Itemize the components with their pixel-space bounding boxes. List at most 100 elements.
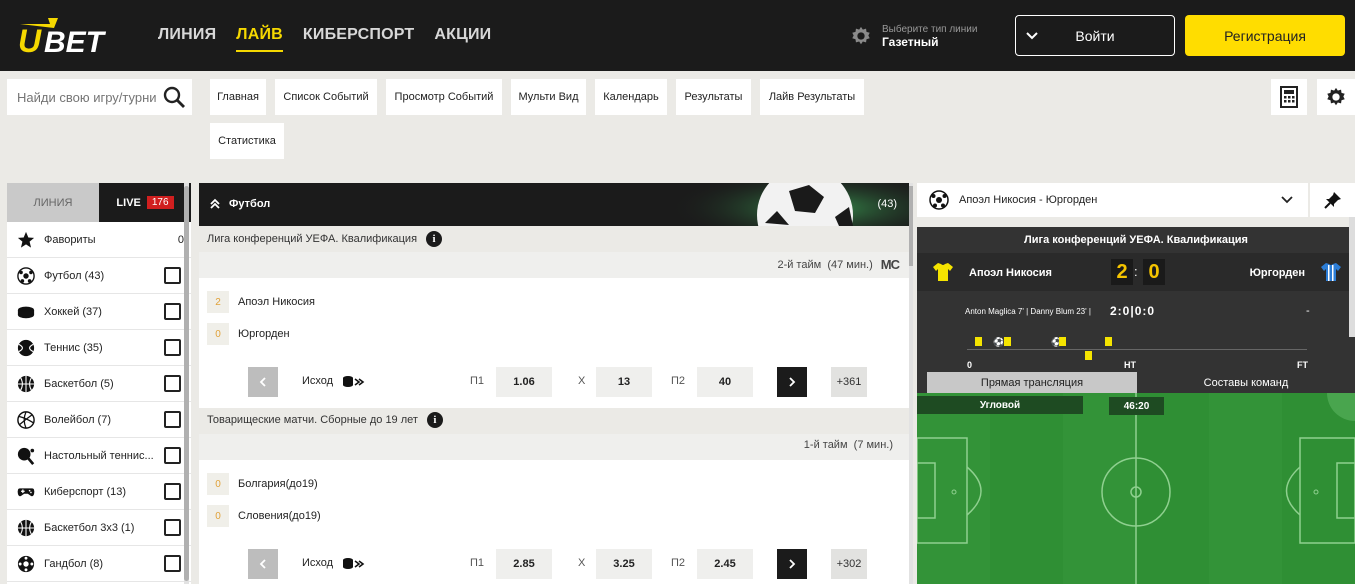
line-type-selector[interactable]: Выберите тип линии Газетный (850, 20, 1039, 52)
team-name: Апоэл Никосия (238, 296, 315, 308)
odd-p1-button[interactable]: 1.06 (496, 367, 552, 397)
sidebar-item-tennis[interactable]: Теннис (35) (7, 330, 191, 366)
logo-bet: BET (44, 26, 107, 58)
odd-label-p2: П2 (671, 557, 686, 569)
prev-market-button[interactable] (248, 549, 278, 579)
yellow-card-marker (1105, 337, 1112, 346)
team-home[interactable]: 2 Апоэл Никосия (207, 291, 315, 313)
tab-results[interactable]: Результаты (676, 79, 751, 115)
home-shirt-icon (933, 263, 953, 281)
sport-checkbox[interactable] (164, 555, 181, 572)
more-markets-button[interactable]: +302 (831, 549, 867, 579)
sidebar-item-basketball-3x3[interactable]: Баскетбол 3x3 (1) (7, 510, 191, 546)
logo-u: U (18, 23, 42, 58)
search-icon[interactable] (162, 85, 186, 109)
sidebar-item-football[interactable]: Футбол (43) (7, 258, 191, 294)
register-button[interactable]: Регистрация (1185, 15, 1345, 56)
odd-x-button[interactable]: 3.25 (596, 549, 652, 579)
tab-main[interactable]: Главная (210, 79, 266, 115)
team-home[interactable]: 0 Болгария(до19) (207, 473, 318, 495)
nav-liniya[interactable]: ЛИНИЯ (158, 26, 216, 52)
odd-p2-button[interactable]: 2.45 (697, 549, 753, 579)
event-card[interactable]: 2-й тайм (47 мин.) MC 2 Апоэл Никосия 0 … (199, 252, 909, 408)
sidebar-tab-live[interactable]: LIVE 176 (99, 183, 191, 222)
chevron-up-double-icon (210, 198, 220, 209)
chevron-left-icon (259, 377, 266, 387)
team-away[interactable]: 0 Словения(до19) (207, 505, 321, 527)
tab-calendar[interactable]: Календарь (595, 79, 667, 115)
sidebar-tab-line[interactable]: ЛИНИЯ (7, 183, 99, 222)
coins-icon (343, 376, 365, 387)
ubet-logo[interactable]: U BET (18, 14, 136, 58)
tab-event-list[interactable]: Список Событий (275, 79, 377, 115)
sport-checkbox[interactable] (164, 411, 181, 428)
odd-label-p1: П1 (470, 375, 485, 387)
basketball-icon (17, 519, 35, 536)
settings-button[interactable] (1317, 79, 1355, 115)
info-icon[interactable]: i (426, 231, 443, 247)
pitch-lines (917, 393, 1355, 584)
event-period: 1-й тайм (803, 439, 848, 451)
calculator-button[interactable] (1271, 79, 1307, 115)
event-minute: (47 мин.) (827, 258, 873, 271)
sport-checkbox[interactable] (164, 303, 181, 320)
yellow-card-marker (1004, 337, 1011, 346)
sidebar-item-favorites[interactable]: Фавориты 0 (7, 222, 191, 258)
odd-p2-button[interactable]: 40 (697, 367, 753, 397)
sport-checkbox[interactable] (164, 267, 181, 284)
odd-x-button[interactable]: 13 (596, 367, 652, 397)
nav-live[interactable]: ЛАЙВ (236, 26, 283, 52)
tab-event-view[interactable]: Просмотр Событий (386, 79, 502, 115)
sidebar-item-basketball[interactable]: Баскетбол (5) (7, 366, 191, 402)
team-score: 0 (207, 505, 229, 527)
sidebar-item-label: Настольный теннис... (44, 449, 154, 462)
match-selector[interactable]: Апоэл Никосия - Юргорден (917, 183, 1308, 217)
odd-p1-button[interactable]: 2.85 (496, 549, 552, 579)
search-input[interactable] (17, 89, 157, 105)
team-name: Юргорден (238, 328, 290, 340)
tab-lineups[interactable]: Составы команд (1137, 372, 1355, 393)
sidebar-item-esports[interactable]: Киберспорт (13) (7, 474, 191, 510)
star-icon (17, 231, 35, 248)
scoreboard-home-score: 2 (1111, 259, 1133, 285)
more-markets-button[interactable]: +361 (831, 367, 867, 397)
event-card[interactable]: 1-й тайм (7 мин.) 0 Болгария(до19) 0 Сло… (199, 434, 909, 584)
pin-button[interactable] (1310, 183, 1355, 217)
next-market-button[interactable] (777, 549, 807, 579)
sport-checkbox[interactable] (164, 375, 181, 392)
sport-checkbox[interactable] (164, 519, 181, 536)
tab-live-stream[interactable]: Прямая трансляция (927, 372, 1137, 393)
info-icon[interactable]: i (426, 412, 443, 428)
next-market-button[interactable] (777, 367, 807, 397)
scoreboard-league: Лига конференций УЕФА. Квалификация (1024, 234, 1248, 246)
sidebar-item-handball[interactable]: Гандбол (8) (7, 546, 191, 582)
login-button[interactable]: Войти (1015, 15, 1175, 56)
tab-multi-view[interactable]: Мульти Вид (511, 79, 586, 115)
nav-esports[interactable]: КИБЕРСПОРТ (303, 26, 414, 52)
scoreboard-scrollbar[interactable] (1349, 217, 1355, 337)
sidebar-item-table-tennis[interactable]: Настольный теннис... (7, 438, 191, 474)
live-count-badge: 176 (146, 196, 174, 209)
yellow-card-marker (975, 337, 982, 346)
chevron-right-icon (789, 377, 796, 387)
sport-checkbox[interactable] (164, 483, 181, 500)
sidebar-item-hockey[interactable]: Хоккей (37) (7, 294, 191, 330)
tab-live-results[interactable]: Лайв Результаты (760, 79, 864, 115)
sidebar-item-label: Гандбол (8) (44, 557, 104, 570)
league-title: Товарищеские матчи. Сборные до 19 лет (207, 414, 418, 426)
sidebar-item-label: Хоккей (37) (44, 305, 102, 318)
match-center-icon[interactable]: MC (881, 257, 900, 272)
sidebar-tab-live-label: LIVE (116, 196, 141, 209)
sport-banner[interactable]: Футбол (43) (199, 183, 909, 226)
events-scrollbar[interactable] (909, 183, 913, 584)
team-away[interactable]: 0 Юргорден (207, 323, 290, 345)
tab-statistics[interactable]: Статистика (210, 123, 284, 159)
nav-promotions[interactable]: АКЦИИ (434, 26, 491, 52)
sport-checkbox[interactable] (164, 447, 181, 464)
pitch-event-label: Угловой (917, 396, 1083, 414)
sidebar-item-volleyball[interactable]: Волейбол (7) (7, 402, 191, 438)
prev-market-button[interactable] (248, 367, 278, 397)
tennis-ball-icon (17, 339, 35, 356)
sport-checkbox[interactable] (164, 339, 181, 356)
sidebar-scrollbar[interactable] (184, 183, 189, 584)
